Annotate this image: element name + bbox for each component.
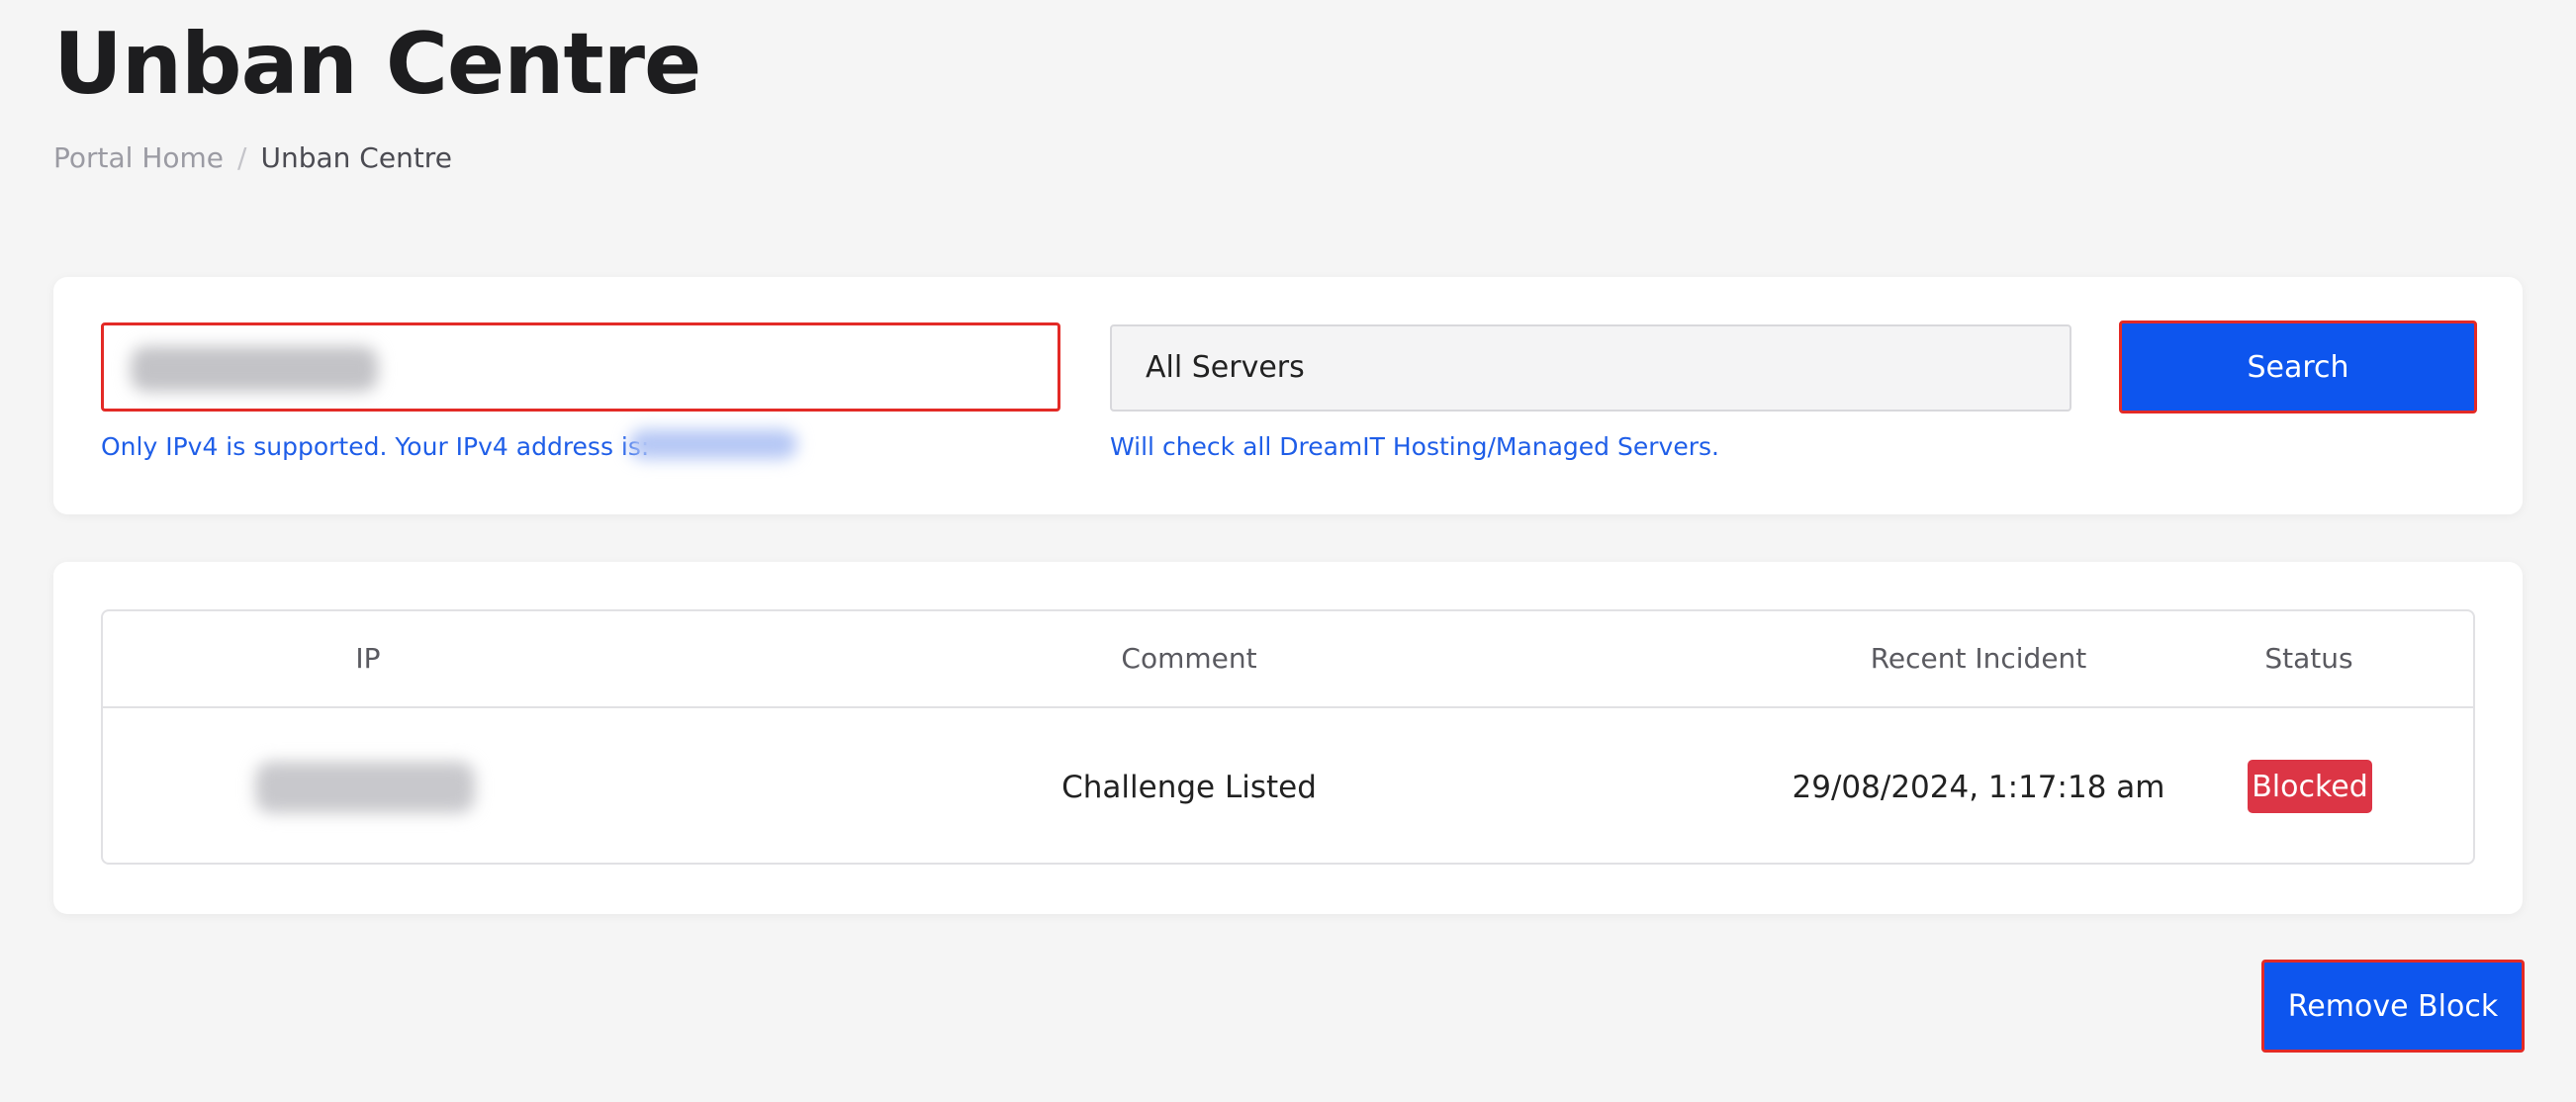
- row-recent-incident: 29/08/2024, 1:17:18 am: [1792, 770, 2165, 805]
- breadcrumb-current: Unban Centre: [260, 141, 452, 174]
- status-badge: Blocked: [2248, 760, 2372, 813]
- redacted-row-ip: [255, 762, 475, 813]
- breadcrumb: Portal Home / Unban Centre: [53, 138, 452, 178]
- search-button[interactable]: Search: [2119, 321, 2477, 413]
- remove-block-button[interactable]: Remove Block: [2261, 960, 2525, 1053]
- page-title: Unban Centre: [53, 15, 701, 114]
- redacted-user-ip: [629, 429, 797, 459]
- results-table: [101, 609, 2475, 865]
- ip-helper-text: Only IPv4 is supported. Your IPv4 addres…: [101, 432, 650, 461]
- breadcrumb-separator: /: [237, 141, 247, 174]
- server-select[interactable]: All Servers: [1110, 324, 2071, 412]
- column-header-recent-incident: Recent Incident: [1870, 642, 2087, 675]
- column-header-comment: Comment: [1121, 642, 1257, 675]
- column-header-status: Status: [2264, 642, 2353, 675]
- breadcrumb-home-link[interactable]: Portal Home: [53, 138, 224, 178]
- column-header-ip: IP: [355, 642, 381, 675]
- row-comment: Challenge Listed: [1061, 770, 1317, 805]
- server-helper-text: Will check all DreamIT Hosting/Managed S…: [1110, 432, 1719, 461]
- table-header-divider: [103, 706, 2473, 708]
- redacted-ip-value: [131, 346, 378, 392]
